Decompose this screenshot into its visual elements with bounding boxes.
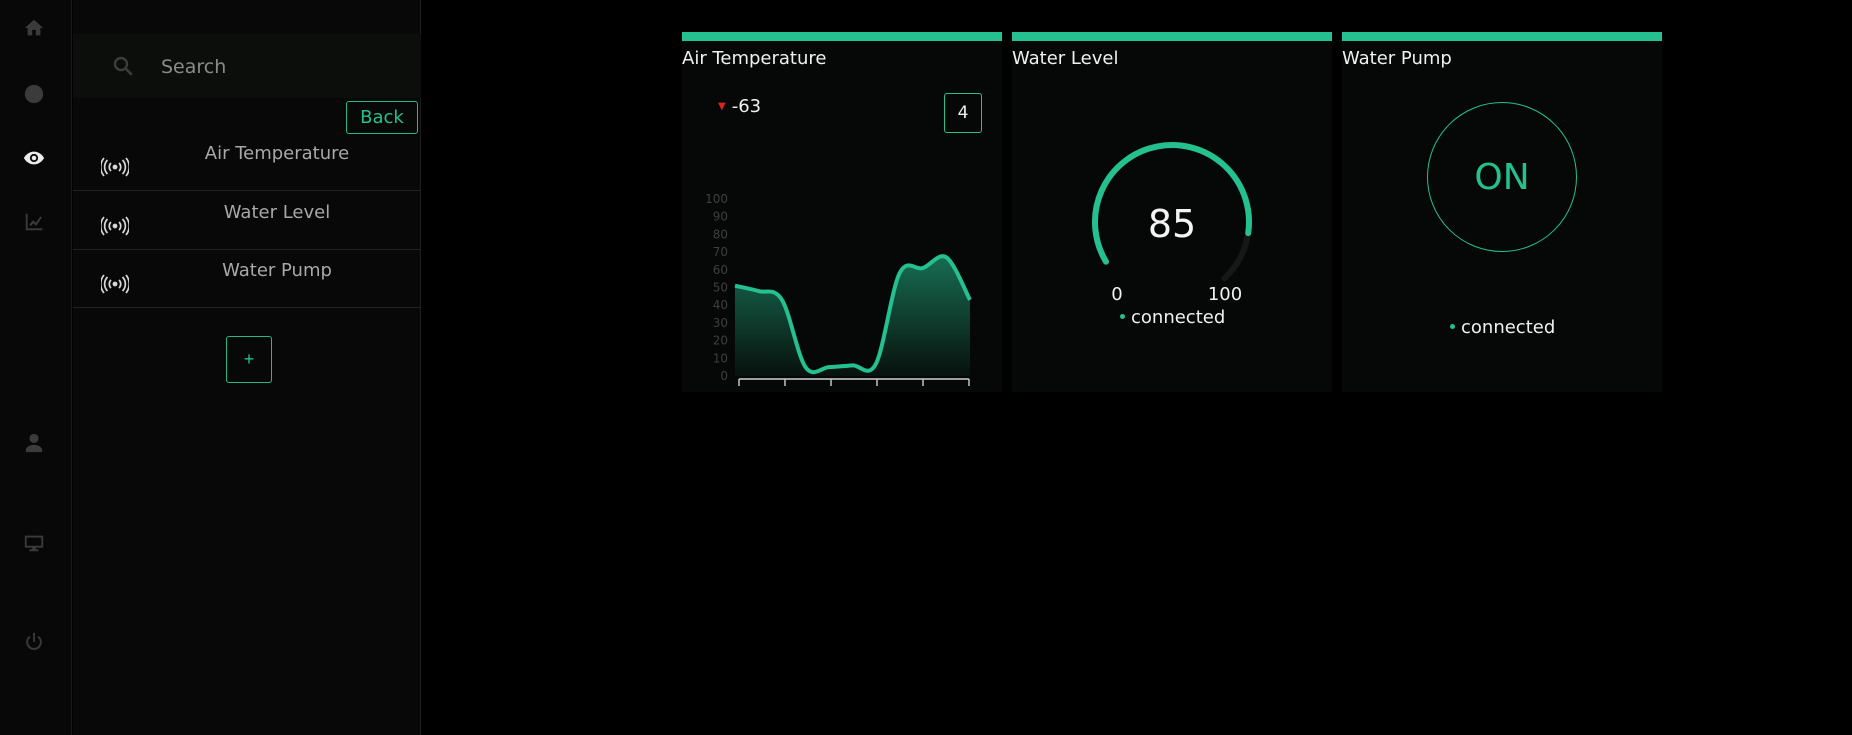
pump-toggle-button[interactable]: ON (1427, 102, 1577, 252)
signal-icon (101, 274, 129, 294)
device-item-water-pump[interactable]: Water Pump (73, 250, 421, 308)
monitor-icon[interactable] (18, 527, 50, 559)
device-label: Water Pump (222, 260, 332, 281)
device-label: Water Level (223, 202, 331, 223)
y-tick-label: 10 (713, 351, 728, 365)
air-temperature-card: Air Temperature ▼ -63 4 0 10 20 30 40 50 60 70 8… (682, 32, 1002, 392)
search-input[interactable] (161, 52, 401, 82)
card-title: Water Level (1012, 48, 1119, 69)
eye-icon[interactable] (18, 142, 50, 174)
device-label: Air Temperature (204, 143, 350, 164)
device-panel: Back Air Temperature Water Level Water P… (73, 0, 421, 735)
y-tick-label: 30 (713, 316, 728, 330)
y-tick-label: 70 (713, 245, 728, 259)
y-tick-label: 60 (713, 263, 728, 277)
connection-status: connected (1450, 317, 1555, 338)
signal-icon (101, 157, 129, 177)
card-accent-bar (1012, 32, 1332, 41)
series-area (735, 256, 970, 376)
status-text: connected (1461, 317, 1556, 338)
device-item-air-temperature[interactable]: Air Temperature (73, 133, 421, 191)
search-bar (73, 34, 421, 98)
power-icon[interactable] (18, 626, 50, 658)
home-icon[interactable] (18, 12, 50, 44)
y-tick-label: 0 (720, 369, 728, 383)
signal-icon (101, 216, 129, 236)
y-tick-label: 20 (713, 334, 728, 348)
y-tick-label: 80 (713, 227, 728, 241)
search-icon (113, 56, 133, 76)
user-icon[interactable] (18, 427, 50, 459)
water-level-card: Water Level 85 0 100 connected (1012, 32, 1332, 392)
y-tick-label: 50 (713, 281, 728, 295)
gauge-value: 85 (1148, 202, 1196, 246)
device-item-water-level[interactable]: Water Level (73, 192, 421, 250)
card-accent-bar (682, 32, 1002, 41)
trend-down-icon: ▼ (718, 101, 726, 112)
water-pump-card: Water Pump ON connected (1342, 32, 1662, 392)
add-device-button[interactable]: + (226, 336, 272, 383)
y-tick-label: 40 (713, 298, 728, 312)
trend-indicator: ▼ -63 (718, 96, 761, 117)
card-title: Air Temperature (682, 48, 827, 69)
status-dot (1120, 313, 1125, 319)
gauge-max-label: 100 (1208, 284, 1242, 302)
status-text: connected (1131, 307, 1226, 328)
trend-value: -63 (731, 96, 762, 117)
y-tick-label: 100 (705, 192, 728, 206)
count-badge[interactable]: 4 (944, 93, 982, 133)
back-button[interactable]: Back (346, 101, 418, 134)
card-title: Water Pump (1342, 48, 1452, 69)
gauge-min-label: 0 (1111, 284, 1122, 302)
clock-icon[interactable] (18, 78, 50, 110)
connection-status: connected (1120, 307, 1225, 328)
status-dot (1450, 323, 1455, 329)
card-accent-bar (1342, 32, 1662, 41)
y-tick-label: 90 (713, 210, 728, 224)
nav-rail (0, 0, 72, 735)
chart-icon[interactable] (18, 206, 50, 238)
water-level-gauge: 85 0 100 (1092, 142, 1252, 302)
air-temperature-chart: 010203040506070809010012:43:2712:43:2912… (705, 192, 972, 386)
